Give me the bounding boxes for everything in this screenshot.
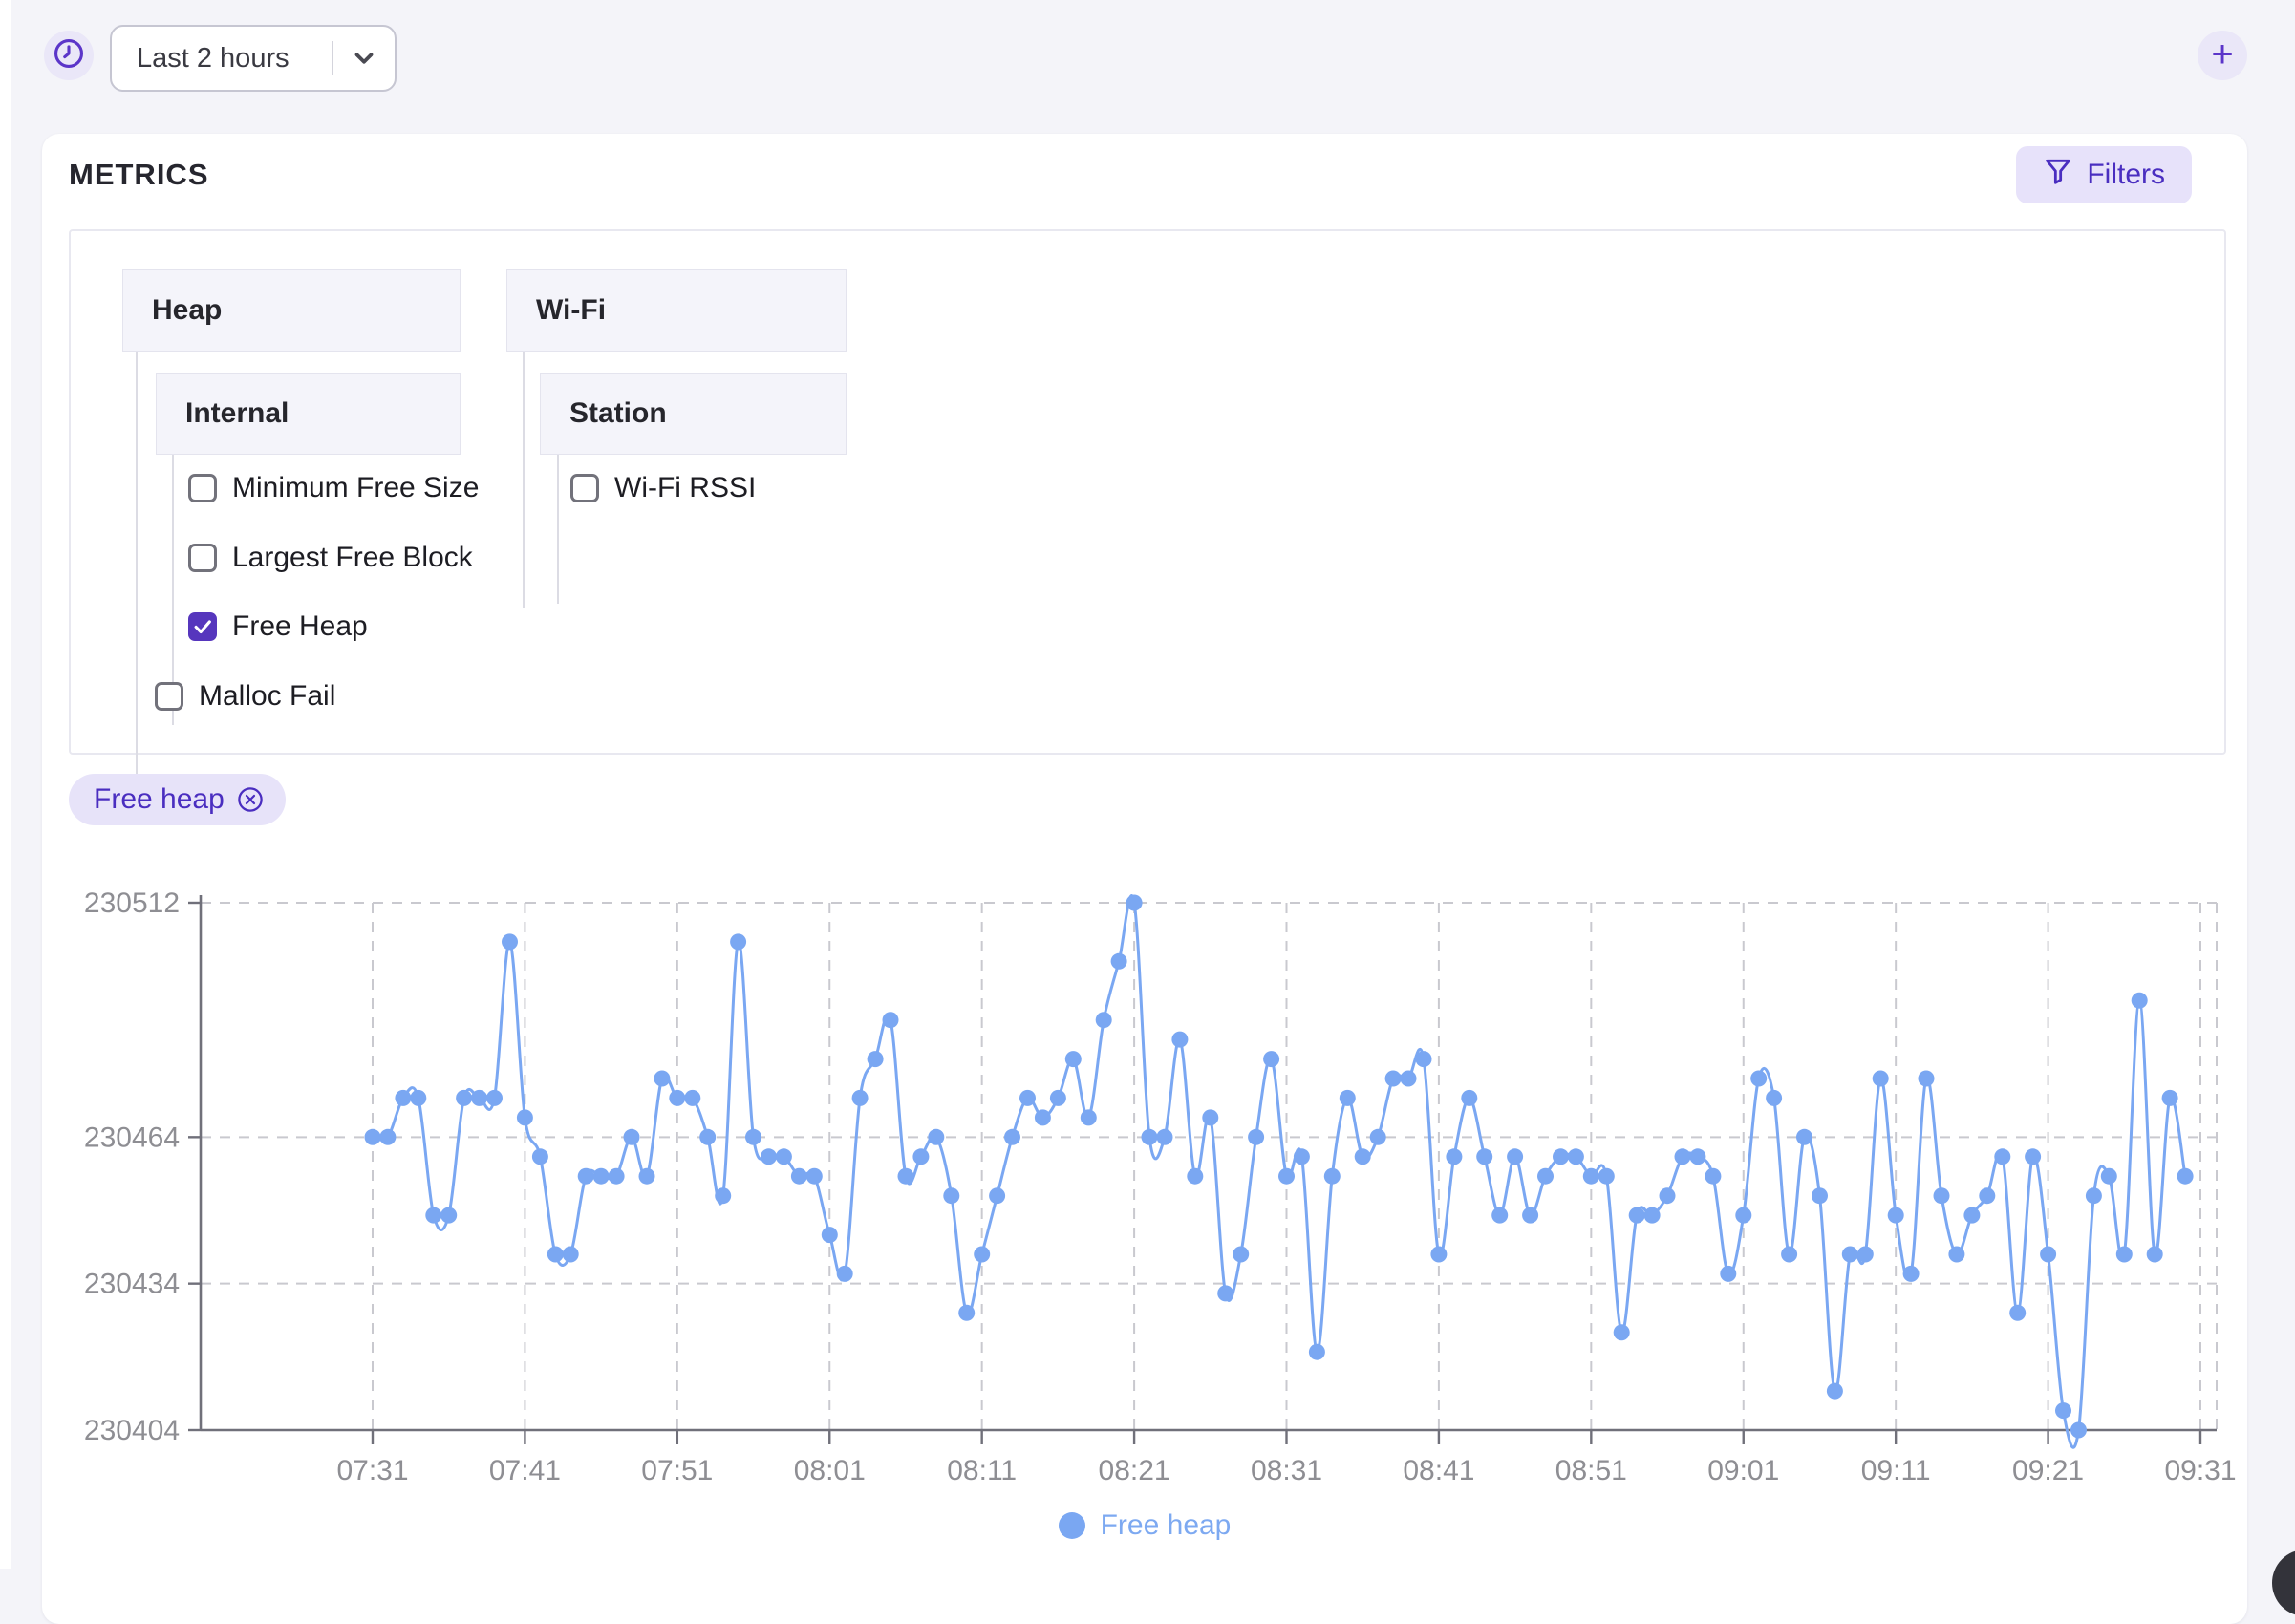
free-heap-checkbox[interactable] <box>188 612 217 641</box>
tree-node-station-label: Station <box>569 397 667 429</box>
tree-connector <box>136 352 138 793</box>
filters-button-label: Filters <box>2087 159 2165 190</box>
checkbox-row-malloc-fail[interactable]: Malloc Fail <box>155 680 335 713</box>
largest-free-block-label: Largest Free Block <box>232 542 473 573</box>
filters-button[interactable]: Filters <box>2016 146 2192 203</box>
svg-text:230434: 230434 <box>84 1269 180 1300</box>
tree-node-wifi-label: Wi-Fi <box>536 294 607 326</box>
checkbox-row-wifi-rssi[interactable]: Wi-Fi RSSI <box>570 472 756 504</box>
plus-icon: + <box>2211 32 2234 75</box>
svg-text:09:11: 09:11 <box>1861 1455 1931 1486</box>
check-icon <box>194 620 211 634</box>
free-heap-chip-label: Free heap <box>94 783 225 815</box>
malloc-fail-label: Malloc Fail <box>199 680 336 712</box>
time-range-clock-button[interactable] <box>44 31 94 80</box>
dot-icon <box>1058 1512 1085 1539</box>
minimum-free-size-label: Minimum Free Size <box>232 472 480 503</box>
tree-node-heap-label: Heap <box>152 294 223 326</box>
tree-node-internal[interactable]: Internal <box>156 373 461 455</box>
svg-text:08:11: 08:11 <box>947 1455 1017 1486</box>
corner-fab[interactable] <box>2272 1549 2295 1616</box>
metrics-tree: Heap Wi-Fi Internal Station Minimum Free… <box>69 229 2226 793</box>
funnel-icon <box>2043 156 2073 194</box>
free-heap-label: Free Heap <box>232 610 368 642</box>
add-panel-button[interactable]: + <box>2198 31 2247 80</box>
tree-node-internal-label: Internal <box>185 397 290 429</box>
checkbox-row-largest-free-block[interactable]: Largest Free Block <box>188 542 473 574</box>
svg-text:230512: 230512 <box>84 887 180 919</box>
panel-title: METRICS <box>69 158 209 191</box>
free-heap-chart[interactable]: 230512 230464 230434 230404 07:31 07:41 07:51 0… <box>0 841 2295 1509</box>
free-heap-chip[interactable]: Free heap <box>69 774 286 825</box>
tree-connector <box>523 352 525 608</box>
tree-connector <box>557 453 559 604</box>
svg-text:09:31: 09:31 <box>2164 1455 2236 1486</box>
tree-node-heap[interactable]: Heap <box>122 269 461 352</box>
legend-label: Free heap <box>1100 1509 1232 1541</box>
minimum-free-size-checkbox[interactable] <box>188 474 217 502</box>
time-range-dropdown[interactable]: Last 2 hours <box>110 25 397 92</box>
svg-text:230404: 230404 <box>84 1415 180 1446</box>
chevron-down-icon[interactable] <box>333 44 395 73</box>
chart-legend-free-heap[interactable]: Free heap <box>42 1509 2247 1542</box>
wifi-rssi-checkbox[interactable] <box>570 474 599 502</box>
svg-text:07:41: 07:41 <box>489 1455 561 1486</box>
dashboard-page: { "topbar": { "time_range_value": "Last … <box>0 0 2295 1624</box>
time-range-value: Last 2 hours <box>137 42 290 74</box>
malloc-fail-checkbox[interactable] <box>155 682 183 711</box>
metrics-card: METRICS Filters Heap Wi-Fi Internal Stat… <box>42 134 2247 1624</box>
svg-text:09:01: 09:01 <box>1707 1455 1779 1486</box>
wifi-rssi-label: Wi-Fi RSSI <box>614 472 757 503</box>
svg-text:08:01: 08:01 <box>794 1455 866 1486</box>
svg-text:08:41: 08:41 <box>1403 1455 1474 1486</box>
svg-text:09:21: 09:21 <box>2012 1455 2084 1486</box>
svg-text:07:51: 07:51 <box>641 1455 713 1486</box>
checkbox-row-free-heap[interactable]: Free Heap <box>188 610 368 643</box>
tree-node-station[interactable]: Station <box>540 373 847 455</box>
svg-text:230464: 230464 <box>84 1122 180 1153</box>
clock-icon <box>53 37 85 75</box>
svg-text:08:51: 08:51 <box>1555 1455 1627 1486</box>
largest-free-block-checkbox[interactable] <box>188 544 217 572</box>
circle-x-icon[interactable] <box>236 785 265 814</box>
chart-canvas[interactable]: 230512 230464 230434 230404 07:31 07:41 07:51 0… <box>0 841 2295 1509</box>
checkbox-row-minimum-free-size[interactable]: Minimum Free Size <box>188 472 479 504</box>
tree-node-wifi[interactable]: Wi-Fi <box>506 269 847 352</box>
svg-text:08:31: 08:31 <box>1251 1455 1322 1486</box>
svg-text:08:21: 08:21 <box>1099 1455 1170 1486</box>
svg-text:07:31: 07:31 <box>336 1455 408 1486</box>
